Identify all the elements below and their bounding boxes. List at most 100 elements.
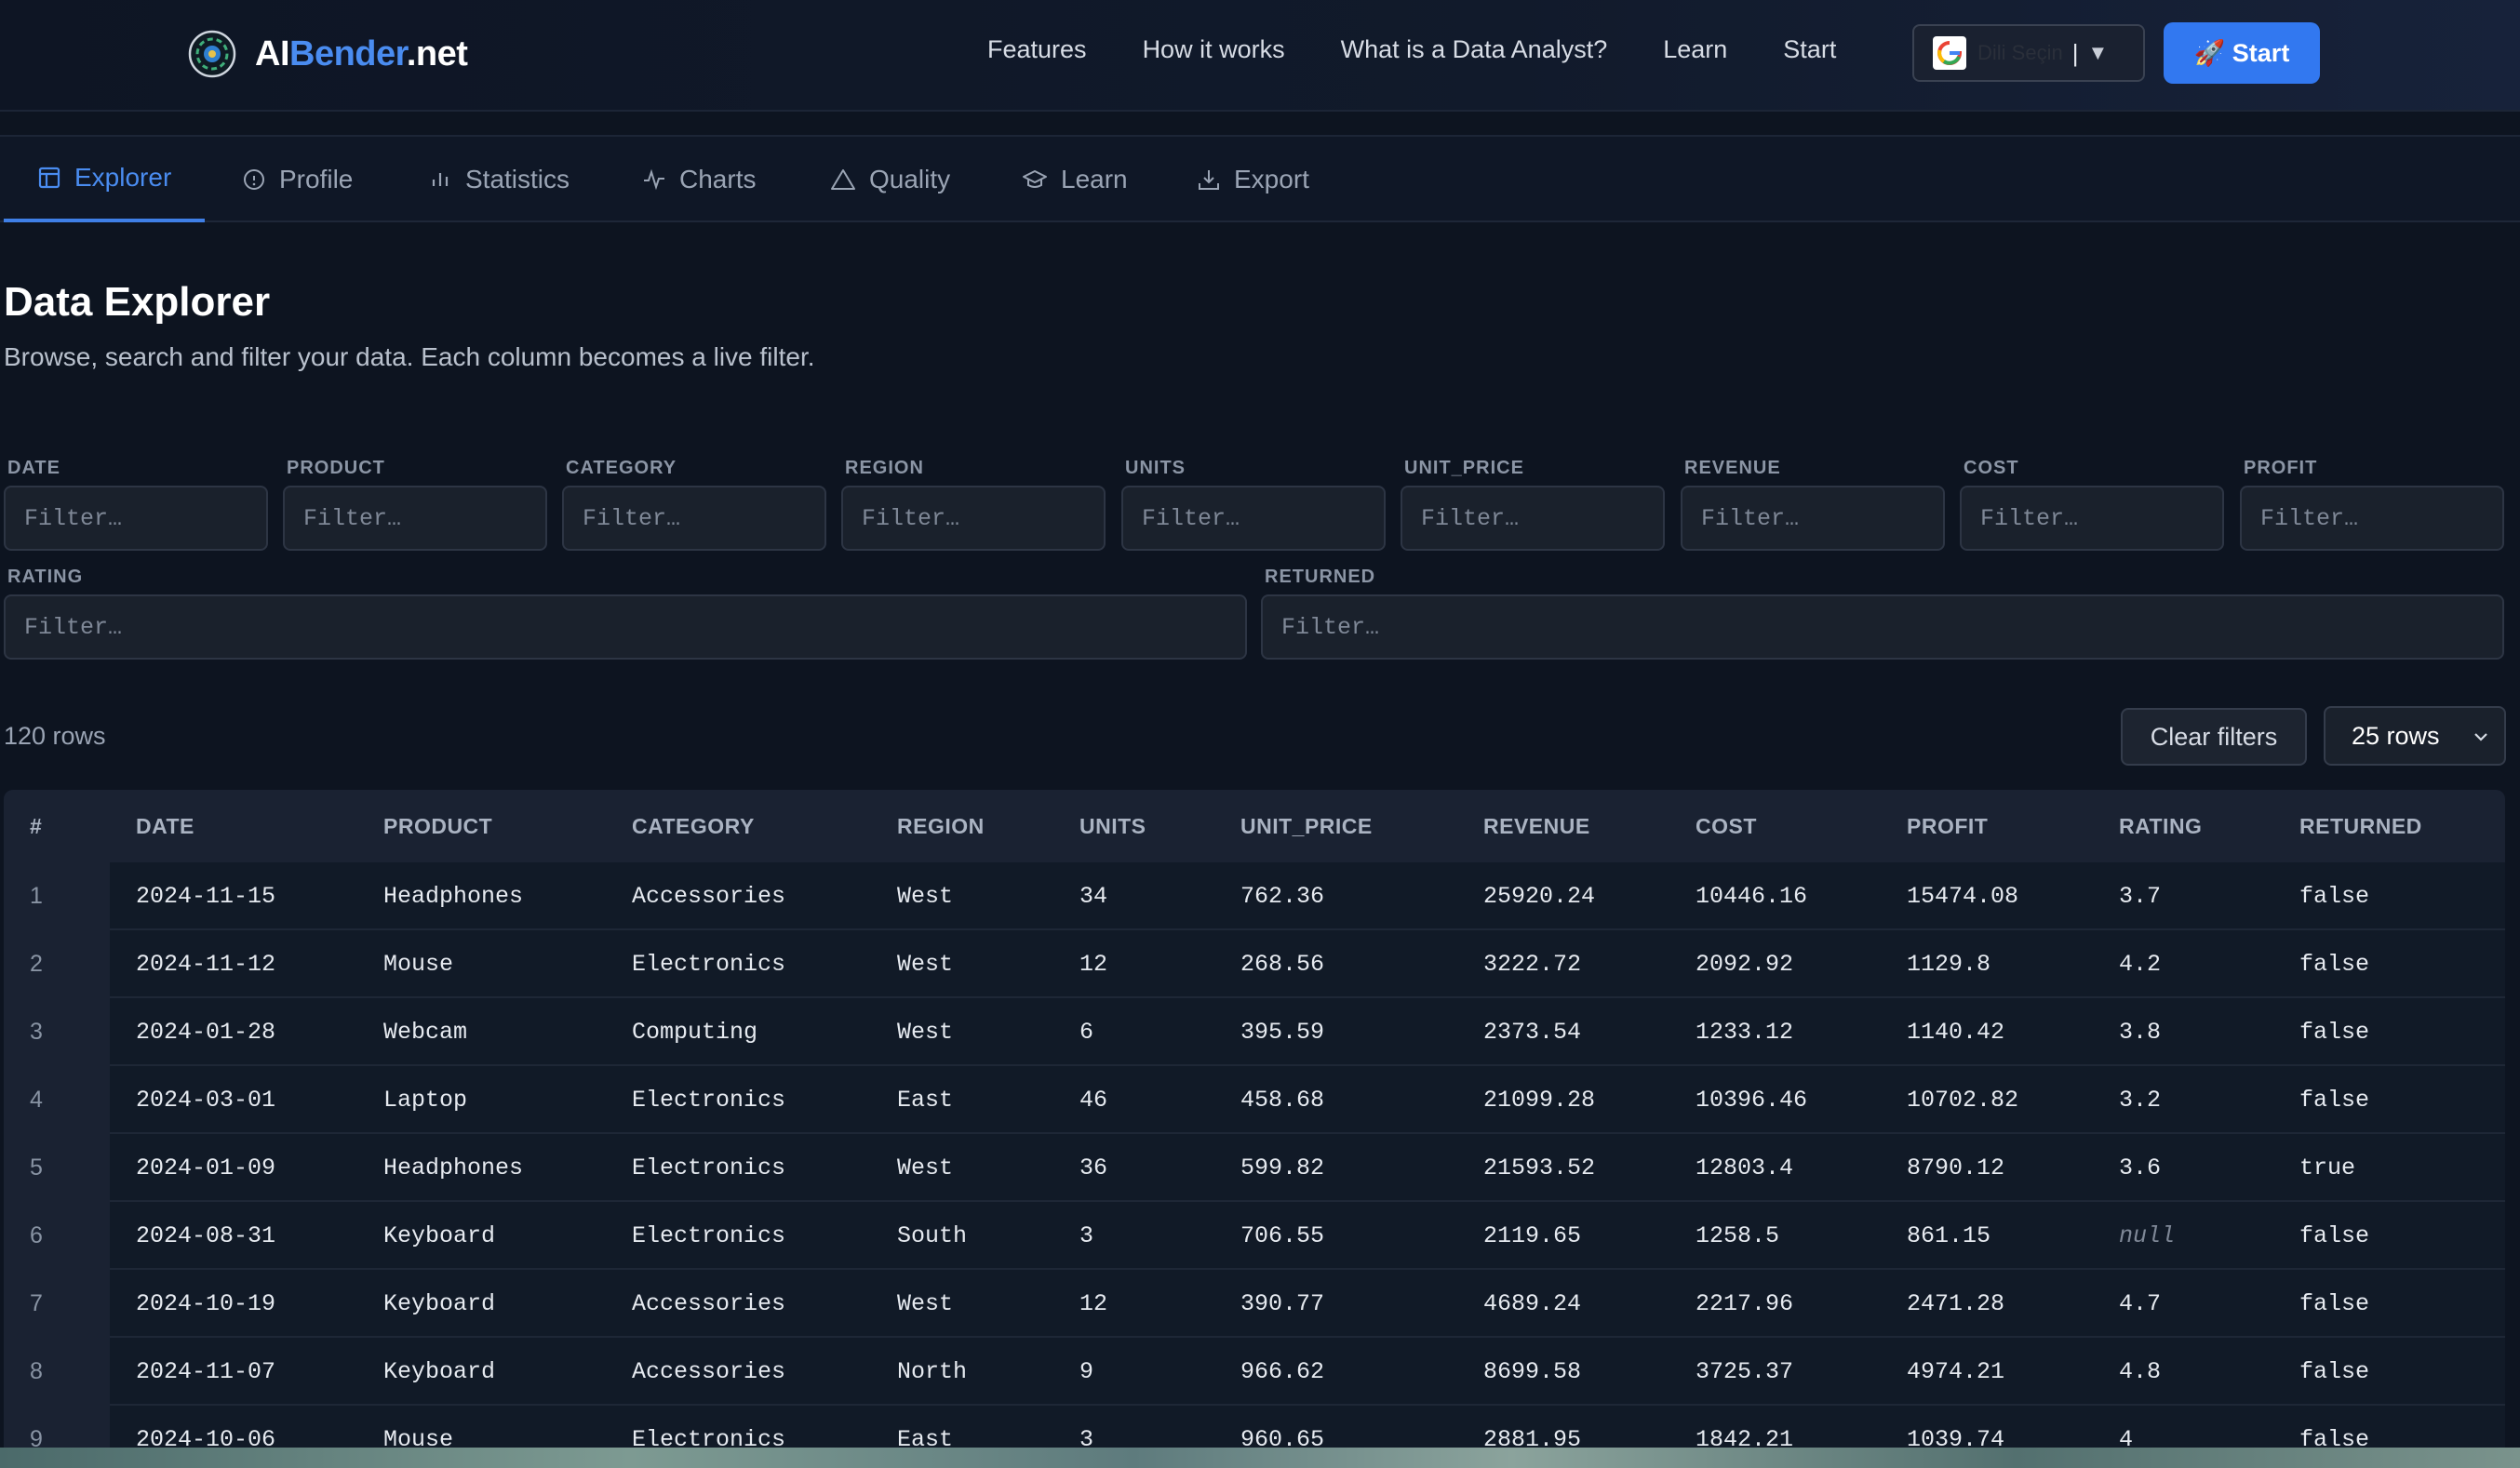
- column-header-revenue[interactable]: REVENUE: [1483, 814, 1590, 839]
- filter-input-date[interactable]: [4, 486, 268, 551]
- clear-filters-button[interactable]: Clear filters: [2121, 708, 2307, 766]
- table-row[interactable]: 5 2024-01-09 Headphones Electronics West 36 59…: [4, 1134, 2505, 1202]
- filter-input-units[interactable]: [1121, 486, 1386, 551]
- cell-date: 2024-03-01: [136, 1087, 276, 1114]
- cell-cost: 10396.46: [1696, 1087, 1808, 1114]
- brand-name-net: .net: [406, 33, 468, 73]
- cell-region: West: [897, 883, 954, 910]
- table-row[interactable]: 2 2024-11-12 Mouse Electronics West 12 268.56 3…: [4, 930, 2505, 998]
- cell-revenue: 4689.24: [1483, 1290, 1582, 1317]
- brand-name: AIBender.net: [255, 33, 468, 74]
- cell-rating: null: [2119, 1222, 2176, 1249]
- cell-date: 2024-08-31: [136, 1222, 276, 1249]
- nav-link-data-analyst[interactable]: What is a Data Analyst?: [1341, 35, 1608, 64]
- cell-revenue: 2373.54: [1483, 1019, 1582, 1046]
- start-button[interactable]: 🚀 Start: [2164, 22, 2320, 84]
- table-row[interactable]: 8 2024-11-07 Keyboard Accessories North 9 966.…: [4, 1338, 2505, 1406]
- filter-label-profit: PROFIT: [2244, 458, 2318, 478]
- tab-learn[interactable]: Learn: [1022, 137, 1128, 222]
- filter-input-region[interactable]: [841, 486, 1106, 551]
- column-header-cost[interactable]: COST: [1696, 814, 1757, 839]
- filter-input-category[interactable]: [562, 486, 826, 551]
- nav-link-features[interactable]: Features: [987, 35, 1087, 64]
- language-select[interactable]: Dili Seçin | ▼: [1912, 24, 2145, 82]
- cell-profit: 4974.21: [1907, 1358, 2005, 1385]
- tab-learn-label: Learn: [1061, 165, 1128, 194]
- nav-link-start[interactable]: Start: [1783, 35, 1836, 64]
- cell-units: 9: [1079, 1358, 1094, 1385]
- cell-date: 2024-01-28: [136, 1019, 276, 1046]
- cell-revenue: 21593.52: [1483, 1154, 1596, 1181]
- tab-export[interactable]: Export: [1197, 137, 1309, 222]
- column-header-unit-price[interactable]: UNIT_PRICE: [1240, 814, 1373, 839]
- column-header-units[interactable]: UNITS: [1079, 814, 1146, 839]
- cell-unit-price: 599.82: [1240, 1154, 1325, 1181]
- row-index-cell: [4, 998, 110, 1066]
- cell-product: Headphones: [383, 883, 524, 910]
- table-row[interactable]: 6 2024-08-31 Keyboard Electronics South 3 706.…: [4, 1202, 2505, 1270]
- cell-category: Accessories: [632, 1358, 786, 1385]
- cell-region: West: [897, 1154, 954, 1181]
- cell-revenue: 25920.24: [1483, 883, 1596, 910]
- cell-cost: 2092.92: [1696, 951, 1794, 978]
- filter-input-product[interactable]: [283, 486, 547, 551]
- filter-input-unit-price[interactable]: [1401, 486, 1665, 551]
- cell-rating: 3.8: [2119, 1019, 2162, 1046]
- tab-charts[interactable]: Charts: [642, 137, 756, 222]
- filter-label-category: CATEGORY: [566, 458, 677, 478]
- cell-returned: true: [2299, 1154, 2356, 1181]
- table-row[interactable]: 1 2024-11-15 Headphones Accessories West 34 76…: [4, 862, 2505, 930]
- cell-rating: 3.2: [2119, 1087, 2162, 1114]
- cell-region: East: [897, 1087, 954, 1114]
- filter-input-profit[interactable]: [2240, 486, 2504, 551]
- tab-statistics[interactable]: Statistics: [428, 137, 570, 222]
- table-row[interactable]: 7 2024-10-19 Keyboard Accessories West 12 390.…: [4, 1270, 2505, 1338]
- rows-per-page-select[interactable]: 25 rows: [2324, 706, 2506, 766]
- filter-input-revenue[interactable]: [1681, 486, 1945, 551]
- column-header-profit[interactable]: PROFIT: [1907, 814, 1988, 839]
- cell-product: Mouse: [383, 951, 454, 978]
- row-index-cell: [4, 1134, 110, 1202]
- tab-profile-label: Profile: [279, 165, 354, 194]
- filter-input-cost[interactable]: [1960, 486, 2224, 551]
- column-header-product[interactable]: PRODUCT: [383, 814, 492, 839]
- top-navbar: AIBender.net Features How it works What …: [0, 0, 2520, 112]
- cell-units: 3: [1079, 1222, 1094, 1249]
- cell-revenue: 3222.72: [1483, 951, 1582, 978]
- tab-quality[interactable]: Quality: [830, 137, 950, 222]
- filter-input-returned[interactable]: [1261, 594, 2504, 660]
- nav-link-how-it-works[interactable]: How it works: [1143, 35, 1285, 64]
- activity-icon: [644, 168, 664, 191]
- cell-unit-price: 390.77: [1240, 1290, 1325, 1317]
- cell-rating: 4.8: [2119, 1358, 2162, 1385]
- cell-units: 12: [1079, 1290, 1108, 1317]
- bar-chart-icon: [432, 173, 449, 186]
- column-header-index[interactable]: #: [30, 814, 42, 839]
- nav-link-learn[interactable]: Learn: [1663, 35, 1727, 64]
- cell-cost: 3725.37: [1696, 1358, 1794, 1385]
- column-header-returned[interactable]: RETURNED: [2299, 814, 2422, 839]
- filter-input-rating[interactable]: [4, 594, 1247, 660]
- table-row[interactable]: 3 2024-01-28 Webcam Computing West 6 395.59 237…: [4, 998, 2505, 1066]
- cell-index: 4: [30, 1087, 43, 1113]
- cell-category: Accessories: [632, 1290, 786, 1317]
- column-header-category[interactable]: CATEGORY: [632, 814, 755, 839]
- column-header-date[interactable]: DATE: [136, 814, 194, 839]
- tab-profile[interactable]: Profile: [242, 137, 353, 222]
- cell-revenue: 8699.58: [1483, 1358, 1582, 1385]
- brand-link[interactable]: AIBender.net: [188, 26, 468, 82]
- table-row[interactable]: 4 2024-03-01 Laptop Electronics East 46 458.68…: [4, 1066, 2505, 1134]
- language-select-label: Dili Seçin: [1977, 41, 2063, 64]
- column-header-region[interactable]: REGION: [897, 814, 985, 839]
- info-icon: [244, 169, 264, 190]
- filter-label-units: UNITS: [1125, 458, 1186, 478]
- column-header-rating[interactable]: RATING: [2119, 814, 2202, 839]
- cell-profit: 2471.28: [1907, 1290, 2005, 1317]
- filter-label-date: DATE: [7, 458, 60, 478]
- cell-rating: 3.6: [2119, 1154, 2162, 1181]
- cell-cost: 1258.5: [1696, 1222, 1780, 1249]
- cell-index: 6: [30, 1222, 43, 1248]
- tab-explorer[interactable]: Explorer: [4, 137, 205, 222]
- cell-cost: 1233.12: [1696, 1019, 1794, 1046]
- nav-links: Features How it works What is a Data Ana…: [987, 35, 1892, 64]
